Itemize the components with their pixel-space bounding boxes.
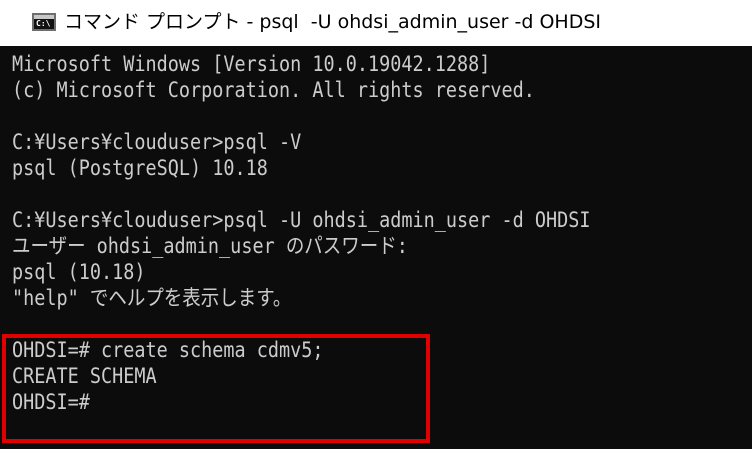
console-line-7: C:¥Users¥clouduser>psql -U ohdsi_admin_u…: [12, 208, 591, 232]
command-prompt-window: C:\ コマンド プロンプト - psql -U ohdsi_admin_use…: [0, 0, 752, 449]
console-lines: Microsoft Windows [Version 10.0.19042.12…: [12, 51, 669, 415]
console-line-3: [12, 103, 591, 129]
console-icon-glyph: C:\: [36, 19, 51, 28]
console-line-10: "help" でヘルプを表示します。: [12, 286, 292, 310]
console-prompt-line[interactable]: OHDSI=#: [12, 389, 591, 415]
console-line-1: Microsoft Windows [Version 10.0.19042.12…: [12, 52, 491, 76]
console-line-11: [12, 311, 591, 337]
console-line-12: OHDSI=# create schema cdmv5;: [12, 338, 324, 362]
console-line-5: psql (PostgreSQL) 10.18: [12, 156, 268, 180]
console-line-2: (c) Microsoft Corporation. All rights re…: [12, 78, 535, 102]
window-title: コマンド プロンプト - psql -U ohdsi_admin_user -d…: [64, 11, 601, 33]
title-bar[interactable]: C:\ コマンド プロンプト - psql -U ohdsi_admin_use…: [0, 0, 752, 46]
console-output[interactable]: Microsoft Windows [Version 10.0.19042.12…: [0, 46, 752, 449]
console-line-13: CREATE SCHEMA: [12, 364, 157, 388]
console-line-8: ユーザー ohdsi_admin_user のパスワード:: [12, 234, 408, 258]
console-line-9: psql (10.18): [12, 260, 146, 284]
console-line-6: [12, 181, 591, 207]
console-line-4: C:¥Users¥clouduser>psql -V: [12, 130, 302, 154]
console-icon[interactable]: C:\: [32, 13, 56, 31]
